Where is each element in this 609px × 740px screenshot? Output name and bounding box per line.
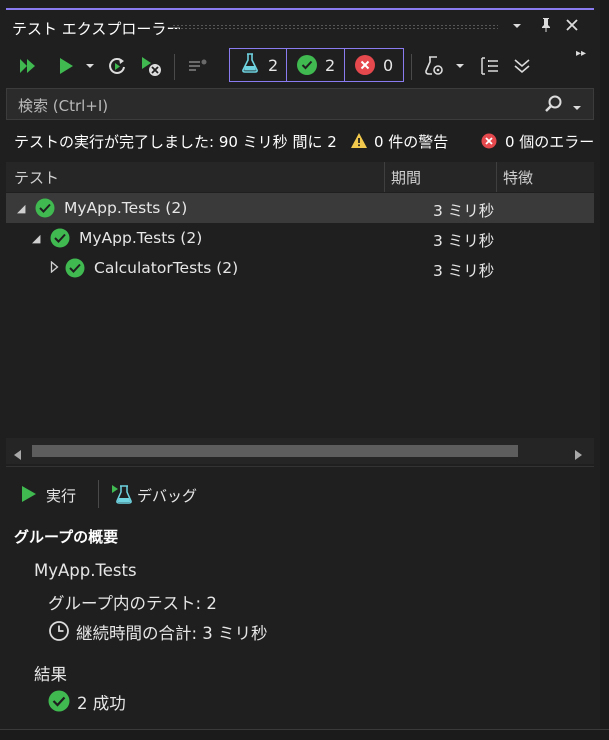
collapsed-arrow-icon[interactable]	[50, 260, 59, 276]
total-tests-filter[interactable]: 2	[229, 48, 287, 82]
playlist-icon[interactable]	[184, 52, 212, 80]
passed-check-icon	[48, 690, 70, 716]
window-menu-dropdown-icon[interactable]	[508, 17, 526, 37]
error-icon	[481, 133, 497, 153]
search-icon[interactable]	[544, 94, 564, 118]
debug-button[interactable]: デバッグ	[137, 485, 197, 506]
close-icon[interactable]	[563, 17, 581, 37]
passed-check-icon	[65, 258, 85, 282]
expanded-arrow-icon[interactable]: ◢	[32, 232, 40, 245]
tests-in-group: グループ内のテスト: 2	[48, 594, 217, 613]
details-toolbar-separator	[98, 480, 99, 508]
section-title: グループの概要	[14, 528, 119, 546]
results-heading: 結果	[34, 665, 67, 684]
run-icon[interactable]	[52, 52, 80, 80]
run-icon[interactable]	[21, 485, 37, 507]
settings-dropdown-icon[interactable]	[452, 52, 468, 80]
drag-grip[interactable]	[172, 24, 498, 30]
column-header-duration[interactable]: 期間	[391, 167, 421, 188]
settings-flask-icon[interactable]	[420, 52, 448, 80]
toolbar-separator	[411, 54, 412, 80]
failed-count: 0	[383, 55, 394, 75]
pin-icon[interactable]	[537, 17, 555, 38]
column-divider[interactable]	[384, 162, 385, 192]
run-summary: テストの実行が完了しました: 90 ミリ秒 間に 2	[14, 133, 337, 151]
run-all-icon[interactable]	[14, 52, 42, 80]
group-by-icon[interactable]	[476, 52, 504, 80]
flask-icon	[240, 52, 260, 78]
repeat-last-run-icon[interactable]	[103, 52, 131, 80]
column-header-test[interactable]: テスト	[14, 167, 59, 188]
tree-row-label: MyApp.Tests (2)	[79, 229, 203, 247]
total-duration: 継続時間の合計: 3 ミリ秒	[76, 624, 268, 643]
bottom-edge-bar	[0, 729, 609, 740]
toolbar-overflow-icon[interactable]: ▸▸	[576, 48, 586, 59]
expand-all-icon[interactable]	[508, 52, 536, 80]
passed-check-icon	[35, 198, 55, 222]
window-title: テスト エクスプローラー	[12, 20, 182, 38]
passed-count: 2	[325, 55, 336, 75]
search-options-dropdown-icon[interactable]	[572, 99, 582, 117]
failed-tests-filter[interactable]: 0	[344, 48, 404, 82]
warning-icon	[350, 132, 368, 153]
warning-count[interactable]: 0 件の警告	[374, 131, 448, 152]
scroll-left-arrow-icon[interactable]	[14, 446, 22, 464]
tree-row-duration: 3 ミリ秒	[433, 202, 495, 220]
tree-row-label: MyApp.Tests (2)	[64, 199, 188, 217]
tree-row[interactable]: CalculatorTests (2) 3 ミリ秒	[6, 253, 594, 283]
tree-row-duration: 3 ミリ秒	[433, 262, 495, 280]
toolbar-separator	[174, 54, 175, 80]
passed-check-icon	[50, 228, 70, 252]
scroll-right-arrow-icon[interactable]	[574, 446, 582, 464]
column-divider[interactable]	[496, 162, 497, 192]
search-placeholder: 検索 (Ctrl+I)	[18, 97, 109, 115]
error-count[interactable]: 0 個のエラー	[505, 131, 594, 152]
expanded-arrow-icon[interactable]: ◢	[17, 202, 25, 215]
run-failed-icon[interactable]	[137, 52, 165, 80]
passed-result: 2 成功	[77, 694, 126, 713]
total-count: 2	[268, 55, 279, 75]
right-edge-bar	[600, 0, 609, 739]
tree-row[interactable]: ◢ MyApp.Tests (2) 3 ミリ秒	[6, 223, 594, 253]
run-button[interactable]: 実行	[46, 485, 76, 506]
run-dropdown-icon[interactable]	[82, 52, 98, 80]
failed-x-icon	[355, 55, 375, 75]
passed-check-icon	[297, 55, 317, 75]
passed-tests-filter[interactable]: 2	[286, 48, 345, 82]
clock-icon	[48, 620, 70, 646]
tree-row-label: CalculatorTests (2)	[94, 259, 239, 277]
horizontal-scroll-thumb[interactable]	[32, 445, 518, 457]
group-name: MyApp.Tests	[34, 561, 137, 580]
debug-flask-icon[interactable]	[110, 483, 134, 509]
column-header-traits[interactable]: 特徴	[503, 167, 533, 188]
tree-row[interactable]: ◢ MyApp.Tests (2) 3 ミリ秒	[6, 193, 594, 223]
tree-row-duration: 3 ミリ秒	[433, 232, 495, 250]
